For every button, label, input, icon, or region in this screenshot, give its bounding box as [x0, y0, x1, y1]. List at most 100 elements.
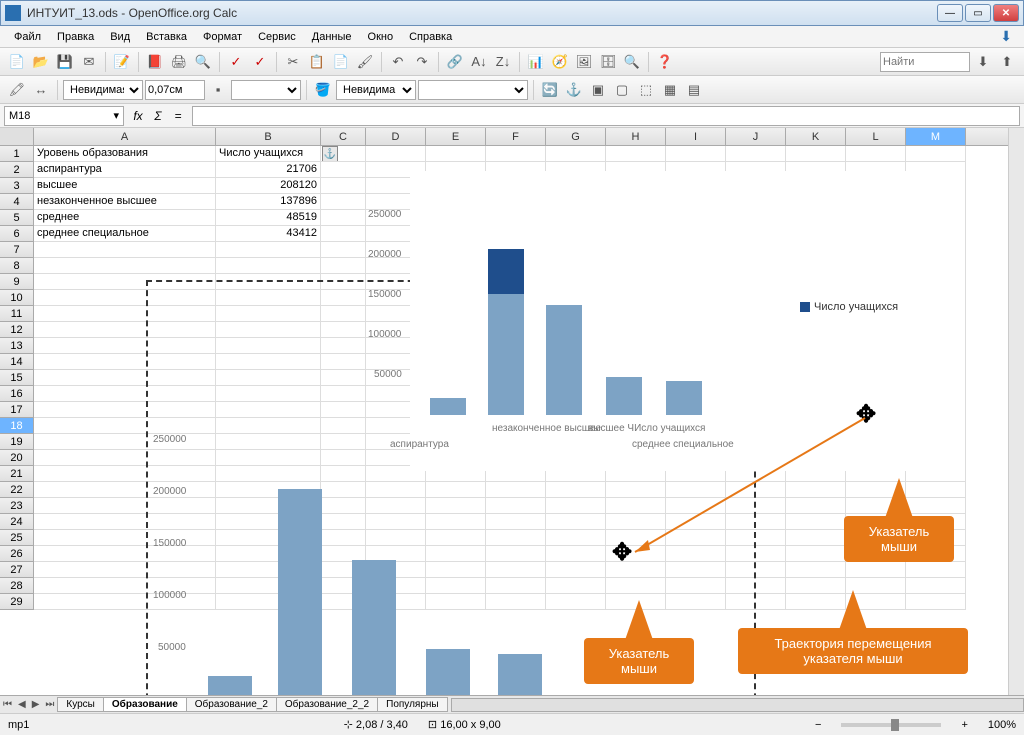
- cell[interactable]: [786, 146, 846, 162]
- column-header-E[interactable]: E: [426, 128, 486, 145]
- row-header-21[interactable]: 21: [0, 466, 34, 482]
- select-all-corner[interactable]: [0, 128, 34, 145]
- menu-help[interactable]: Справка: [401, 29, 460, 45]
- formula-input[interactable]: [192, 106, 1020, 126]
- column-header-C[interactable]: C: [321, 128, 366, 145]
- row-header-13[interactable]: 13: [0, 338, 34, 354]
- cell[interactable]: [786, 594, 846, 610]
- column-header-A[interactable]: A: [34, 128, 216, 145]
- tab-next-icon[interactable]: ▶: [29, 699, 43, 710]
- cell[interactable]: [321, 146, 366, 162]
- cell-B2[interactable]: 21706: [216, 162, 321, 178]
- function-wizard-icon[interactable]: fx: [128, 106, 148, 126]
- cell[interactable]: [34, 242, 216, 258]
- row-header-14[interactable]: 14: [0, 354, 34, 370]
- line-color-select[interactable]: [231, 80, 301, 100]
- row-header-25[interactable]: 25: [0, 530, 34, 546]
- navigator-icon[interactable]: 🧭: [549, 51, 571, 73]
- fill-color-select[interactable]: [418, 80, 528, 100]
- row-header-28[interactable]: 28: [0, 578, 34, 594]
- redo-icon[interactable]: ↷: [411, 51, 433, 73]
- ungroup-icon[interactable]: ▤: [683, 79, 705, 101]
- tab-populyarny[interactable]: Популярны: [377, 697, 447, 712]
- row-header-15[interactable]: 15: [0, 370, 34, 386]
- cell-B3[interactable]: 208120: [216, 178, 321, 194]
- line-width-input[interactable]: [145, 80, 205, 100]
- row-header-5[interactable]: 5: [0, 210, 34, 226]
- cell-reference-box[interactable]: M18 ▾: [4, 106, 124, 126]
- row-header-7[interactable]: 7: [0, 242, 34, 258]
- cell[interactable]: [906, 562, 966, 578]
- cell[interactable]: [321, 178, 366, 194]
- horizontal-scrollbar[interactable]: [451, 698, 1024, 712]
- cell[interactable]: [906, 498, 966, 514]
- menu-file[interactable]: Файл: [6, 29, 49, 45]
- row-header-4[interactable]: 4: [0, 194, 34, 210]
- format-paint-icon[interactable]: 🖌: [354, 51, 376, 73]
- row-header-23[interactable]: 23: [0, 498, 34, 514]
- row-header-27[interactable]: 27: [0, 562, 34, 578]
- menu-insert[interactable]: Вставка: [138, 29, 195, 45]
- anchor-icon[interactable]: ⚓: [563, 79, 585, 101]
- cell[interactable]: [786, 546, 846, 562]
- zoom-icon[interactable]: 🔍: [621, 51, 643, 73]
- cell[interactable]: [846, 146, 906, 162]
- cell[interactable]: [216, 242, 321, 258]
- maximize-button[interactable]: ▭: [965, 4, 991, 22]
- datasources-icon[interactable]: 🗄: [597, 51, 619, 73]
- cut-icon[interactable]: ✂: [282, 51, 304, 73]
- column-header-F[interactable]: F: [486, 128, 546, 145]
- minimize-button[interactable]: —: [937, 4, 963, 22]
- column-header-I[interactable]: I: [666, 128, 726, 145]
- cell[interactable]: [426, 146, 486, 162]
- cell[interactable]: [846, 562, 906, 578]
- cell-B5[interactable]: 48519: [216, 210, 321, 226]
- cell[interactable]: [216, 258, 321, 274]
- row-header-24[interactable]: 24: [0, 514, 34, 530]
- zoom-in-icon[interactable]: +: [961, 719, 967, 731]
- column-header-K[interactable]: K: [786, 128, 846, 145]
- save-icon[interactable]: 💾: [54, 51, 76, 73]
- row-header-3[interactable]: 3: [0, 178, 34, 194]
- cell[interactable]: [666, 146, 726, 162]
- row-header-8[interactable]: 8: [0, 258, 34, 274]
- row-header-29[interactable]: 29: [0, 594, 34, 610]
- tab-prev-icon[interactable]: ◀: [15, 699, 29, 710]
- row-header-20[interactable]: 20: [0, 450, 34, 466]
- row-header-1[interactable]: 1: [0, 146, 34, 162]
- row-header-12[interactable]: 12: [0, 322, 34, 338]
- cell-A5[interactable]: среднее: [34, 210, 216, 226]
- column-header-J[interactable]: J: [726, 128, 786, 145]
- new-icon[interactable]: 📄: [6, 51, 28, 73]
- print-icon[interactable]: 🖨: [168, 51, 190, 73]
- tab-first-icon[interactable]: ⏮: [0, 699, 15, 710]
- find-next-icon[interactable]: ⬆: [996, 51, 1018, 73]
- chevron-down-icon[interactable]: ▾: [113, 109, 119, 122]
- row-header-10[interactable]: 10: [0, 290, 34, 306]
- cell[interactable]: [786, 578, 846, 594]
- download-icon[interactable]: ⬇: [994, 28, 1018, 45]
- column-header-M[interactable]: M: [906, 128, 966, 145]
- sort-desc-icon[interactable]: Z↓: [492, 51, 514, 73]
- cell-B1[interactable]: Число учащихся: [216, 146, 321, 162]
- cell[interactable]: [906, 578, 966, 594]
- column-header-L[interactable]: L: [846, 128, 906, 145]
- spreadsheet-area[interactable]: ABCDEFGHIJKLM 12345678910111213141516171…: [0, 128, 1024, 695]
- chart-icon[interactable]: 📊: [525, 51, 547, 73]
- cell[interactable]: [906, 594, 966, 610]
- tab-obrazovanie-2-2[interactable]: Образование_2_2: [276, 697, 378, 712]
- row-header-2[interactable]: 2: [0, 162, 34, 178]
- cell[interactable]: [321, 226, 366, 242]
- arrow-style-icon[interactable]: ↔: [30, 79, 52, 101]
- find-input[interactable]: [880, 52, 970, 72]
- cell[interactable]: [906, 482, 966, 498]
- row-header-18[interactable]: 18: [0, 418, 34, 434]
- menu-view[interactable]: Вид: [102, 29, 138, 45]
- column-header-B[interactable]: B: [216, 128, 321, 145]
- row-header-17[interactable]: 17: [0, 402, 34, 418]
- cell[interactable]: [366, 146, 426, 162]
- cell[interactable]: [786, 514, 846, 530]
- cell-A3[interactable]: высшее: [34, 178, 216, 194]
- rotate-icon[interactable]: 🔄: [539, 79, 561, 101]
- back-icon[interactable]: ▢: [611, 79, 633, 101]
